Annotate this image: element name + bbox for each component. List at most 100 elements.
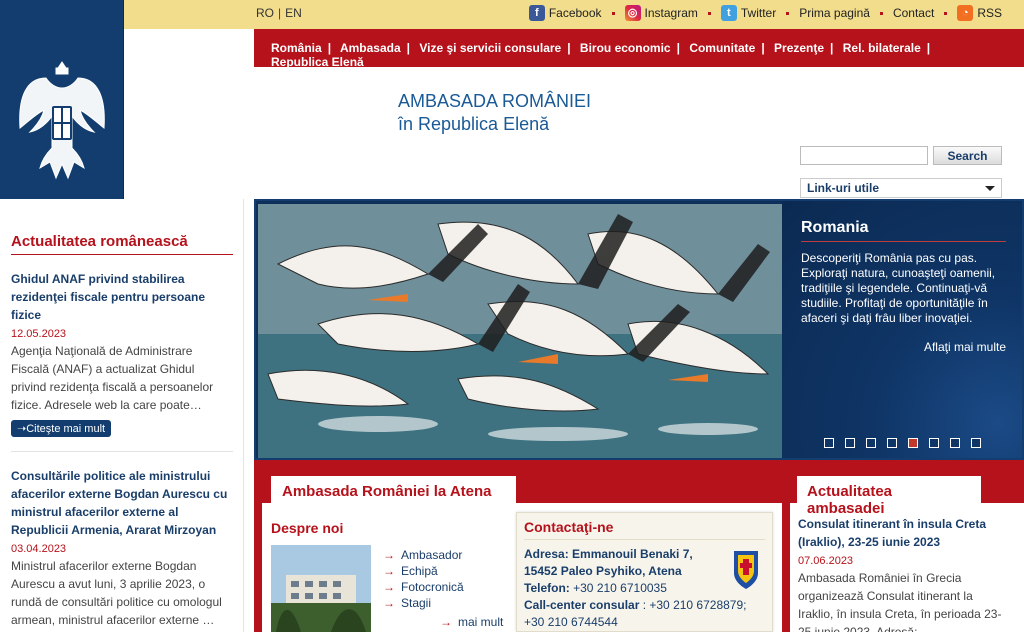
nav-item-prezente[interactable]: Prezenţe	[774, 41, 824, 55]
embassy-building-image[interactable]	[271, 545, 371, 632]
slider-dots	[824, 438, 992, 448]
nav-item-republica-elena[interactable]: Republica Elenă	[271, 55, 364, 69]
useful-links-label: Link-uri utile	[807, 181, 879, 195]
nav-item-romania[interactable]: România	[271, 41, 322, 55]
hero-title: Romania	[801, 219, 1006, 242]
page-title-line2: în Republica Elenă	[398, 114, 550, 134]
separator-dot	[879, 11, 883, 15]
address-label: Adresa:	[524, 547, 569, 561]
twitter-icon: t	[720, 5, 737, 21]
separator-dot	[707, 11, 711, 15]
news-date: 03.04.2023	[11, 543, 67, 555]
about-link-fotocronica[interactable]: Fotocronică	[383, 579, 464, 595]
slider-dot-active[interactable]	[908, 438, 918, 448]
social-links: f Facebook ◎ Instagram t Twitter Prima pagi…	[528, 5, 1002, 21]
slider-dot[interactable]	[887, 438, 897, 448]
callcenter-label: Call-center consular	[524, 598, 640, 612]
news-title[interactable]: Consultările politice ale ministrului af…	[11, 467, 232, 539]
nav-separator: |	[830, 41, 834, 55]
contact-title: Contactaţi-ne	[524, 519, 765, 540]
twitter-link[interactable]: t Twitter	[720, 5, 777, 21]
lang-separator: |	[278, 6, 282, 20]
embassy-news-item: Consulat itinerant în insula Creta (Irak…	[798, 515, 1008, 632]
slider-dot[interactable]	[929, 438, 939, 448]
contact-link[interactable]: Contact	[893, 6, 934, 20]
hero-text: Descoperiţi România pas cu pas. Exploraţ…	[801, 251, 996, 325]
main-nav: România | Ambasada | Vize şi servicii cons…	[254, 29, 1024, 69]
read-more-button[interactable]: ➝Citeşte mai mult	[11, 420, 112, 437]
contact-box: Contactaţi-ne Adresa: Emmanouil Benaki 7…	[516, 512, 773, 632]
phone-value: +30 210 6710035	[573, 581, 667, 595]
embassy-news-title[interactable]: Consulat itinerant în insula Creta (Irak…	[798, 515, 1008, 551]
sidebar-title: Actualitatea românească	[11, 233, 233, 255]
divider	[11, 451, 233, 452]
separator-dot	[786, 11, 790, 15]
building-image	[271, 545, 371, 632]
facebook-icon: f	[528, 5, 545, 21]
instagram-link[interactable]: ◎ Instagram	[624, 5, 698, 21]
language-switcher: RO | EN	[256, 6, 302, 20]
about-link-echipa[interactable]: Echipă	[383, 563, 464, 579]
facebook-label: Facebook	[548, 6, 602, 20]
about-links: Ambasador Echipă Fotocronică Stagii	[383, 547, 464, 611]
news-item: Ghidul ANAF privind stabilirea rezidenţe…	[11, 270, 233, 452]
nav-separator: |	[567, 41, 571, 55]
hero-slider: Romania Descoperiţi România pas cu pas. …	[254, 199, 1024, 460]
embassy-news-excerpt: Ambasada României în Grecia organizează …	[798, 571, 1002, 632]
nav-separator: |	[676, 41, 680, 55]
search-input[interactable]	[800, 146, 928, 165]
rss-icon: ◔	[957, 5, 974, 21]
about-more-link[interactable]: mai mult	[440, 615, 503, 629]
nav-item-rel-bilaterale[interactable]: Rel. bilaterale	[843, 41, 921, 55]
page-title: AMBASADA ROMÂNIEI în Republica Elenă	[398, 90, 591, 136]
coat-of-arms-logo[interactable]	[0, 0, 124, 199]
slider-dot[interactable]	[866, 438, 876, 448]
about-link-ambasador[interactable]: Ambasador	[383, 547, 464, 563]
hero-image-pelicans[interactable]	[258, 204, 782, 458]
address-line2: 15452 Paleo Psyhiko, Atena	[524, 564, 682, 578]
twitter-label: Twitter	[740, 6, 777, 20]
callcenter-value: : +30 210 6728879;	[639, 598, 747, 612]
callcenter-value-2: +30 210 6744544	[524, 615, 618, 629]
news-excerpt: Ministrul afacerilor externe Bogdan Aure…	[11, 559, 222, 627]
lang-en[interactable]: EN	[285, 6, 302, 20]
eagle-icon	[19, 61, 105, 180]
nav-item-comunitate[interactable]: Comunitate	[689, 41, 755, 55]
search-button[interactable]: Search	[933, 146, 1002, 165]
pelicans-image	[258, 204, 782, 458]
address-line1: Emmanouil Benaki 7,	[572, 547, 693, 561]
hero-learn-more-link[interactable]: Aflaţi mai multe	[924, 340, 1006, 354]
slider-dot[interactable]	[950, 438, 960, 448]
embassy-news-date: 07.06.2023	[798, 555, 854, 567]
nav-item-birou-economic[interactable]: Birou economic	[580, 41, 671, 55]
embassy-section-tab: Ambasada României la Atena	[271, 476, 516, 506]
news-item: Consultările politice ale ministrului af…	[11, 467, 232, 629]
nav-separator: |	[406, 41, 410, 55]
news-title[interactable]: Ghidul ANAF privind stabilirea rezidenţe…	[11, 270, 232, 324]
useful-links-select[interactable]: Link-uri utile	[800, 178, 1002, 198]
nav-item-vize[interactable]: Vize şi servicii consulare	[419, 41, 561, 55]
separator-dot	[611, 11, 615, 15]
lang-ro[interactable]: RO	[256, 6, 274, 20]
facebook-link[interactable]: f Facebook	[528, 5, 602, 21]
chevron-down-icon	[985, 186, 995, 191]
slider-dot[interactable]	[971, 438, 981, 448]
separator-dot	[944, 11, 948, 15]
nav-item-ambasada[interactable]: Ambasada	[340, 41, 401, 55]
phone-label: Telefon:	[524, 581, 570, 595]
news-date: 12.05.2023	[11, 328, 67, 340]
rss-link[interactable]: ◔ RSS	[957, 5, 1002, 21]
slider-dot[interactable]	[824, 438, 834, 448]
about-title: Despre noi	[271, 520, 344, 536]
slider-dot[interactable]	[845, 438, 855, 448]
nav-separator: |	[761, 41, 765, 55]
romanian-coat-of-arms-icon	[734, 551, 758, 589]
instagram-label: Instagram	[644, 6, 698, 20]
hero-text-panel: Romania Descoperiţi România pas cu pas. …	[782, 201, 1022, 458]
news-excerpt: Agenţia Naţională de Administrare Fiscal…	[11, 344, 214, 412]
embassy-news-tab: Actualitatea ambasadei	[797, 476, 981, 517]
about-link-stagii[interactable]: Stagii	[383, 595, 464, 611]
left-sidebar: Actualitatea românească Ghidul ANAF priv…	[0, 199, 244, 632]
home-link[interactable]: Prima pagină	[799, 6, 870, 20]
nav-separator: |	[926, 41, 931, 55]
